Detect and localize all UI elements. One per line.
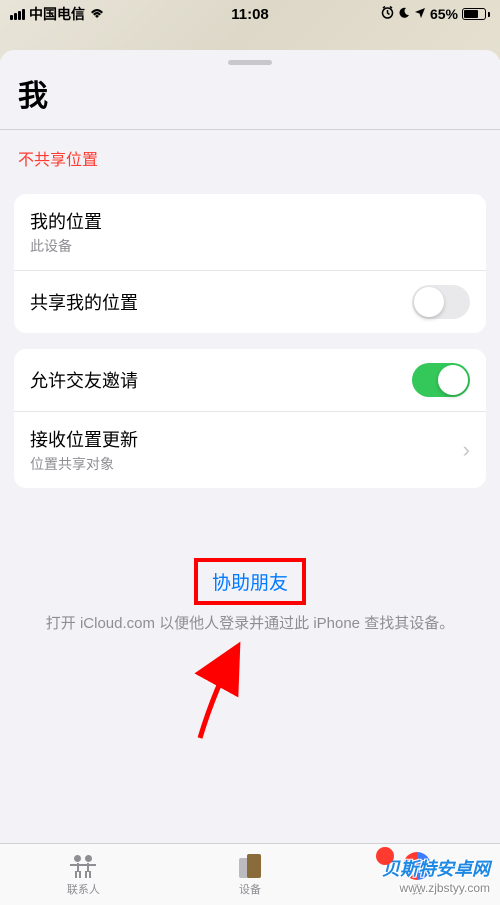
tab-people[interactable]: 联系人 bbox=[0, 844, 167, 905]
receive-updates-row[interactable]: 接收位置更新 位置共享对象 › bbox=[14, 411, 486, 488]
allow-friend-requests-row: 允许交友邀请 bbox=[14, 349, 486, 411]
me-sheet: 我 不共享位置 我的位置 此设备 共享我的位置 允许交友邀请 接收位置更新 位置… bbox=[0, 50, 500, 905]
not-sharing-warning[interactable]: 不共享位置 bbox=[0, 130, 500, 186]
location-group: 我的位置 此设备 共享我的位置 bbox=[14, 194, 486, 333]
status-bar: 中国电信 11:08 65% bbox=[0, 0, 500, 28]
share-my-location-label: 共享我的位置 bbox=[30, 289, 138, 315]
annotation-arrow bbox=[160, 628, 260, 748]
highlight-box: 协助朋友 bbox=[194, 558, 306, 605]
tab-people-label: 联系人 bbox=[67, 881, 100, 897]
wifi-icon bbox=[89, 6, 105, 22]
my-location-row[interactable]: 我的位置 此设备 bbox=[14, 194, 486, 270]
battery-icon bbox=[462, 8, 490, 20]
time-label: 11:08 bbox=[231, 6, 269, 23]
chevron-right-icon: › bbox=[463, 437, 470, 463]
carrier-label: 中国电信 bbox=[29, 4, 85, 24]
location-icon bbox=[414, 6, 426, 22]
my-location-label: 我的位置 bbox=[30, 208, 102, 234]
people-icon bbox=[68, 853, 98, 879]
moon-icon bbox=[398, 6, 410, 22]
help-friend-link[interactable]: 协助朋友 bbox=[212, 573, 288, 594]
page-title: 我 bbox=[0, 65, 500, 129]
receive-updates-label: 接收位置更新 bbox=[30, 426, 138, 452]
allow-friend-requests-toggle[interactable] bbox=[412, 363, 470, 397]
alarm-icon bbox=[381, 6, 394, 22]
my-location-sub: 此设备 bbox=[30, 236, 102, 256]
devices-icon bbox=[235, 853, 265, 879]
allow-friend-requests-label: 允许交友邀请 bbox=[30, 367, 138, 393]
watermark-url: www.zjbstyy.com bbox=[382, 881, 490, 895]
share-my-location-row: 共享我的位置 bbox=[14, 270, 486, 333]
help-description: 打开 iCloud.com 以便他人登录并通过此 iPhone 查找其设备。 bbox=[28, 613, 472, 636]
signal-icon bbox=[10, 9, 25, 20]
friend-group: 允许交友邀请 接收位置更新 位置共享对象 › bbox=[14, 349, 486, 488]
tab-devices-label: 设备 bbox=[239, 881, 261, 897]
watermark-name: 贝斯特安卓网 bbox=[382, 855, 490, 881]
share-location-toggle[interactable] bbox=[412, 285, 470, 319]
tab-devices[interactable]: 设备 bbox=[167, 844, 334, 905]
receive-updates-sub: 位置共享对象 bbox=[30, 454, 138, 474]
battery-pct: 65% bbox=[430, 6, 458, 22]
watermark: 贝斯特安卓网 www.zjbstyy.com bbox=[382, 855, 490, 895]
